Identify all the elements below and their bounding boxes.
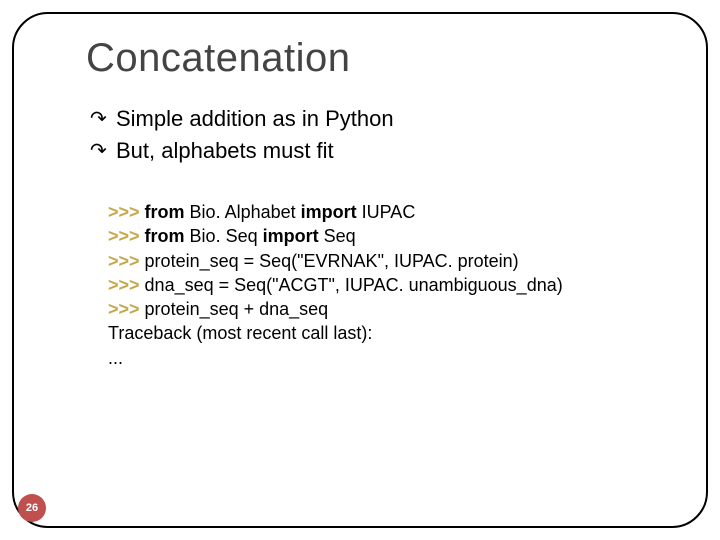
code-text: Bio. Seq	[185, 226, 263, 246]
code-line: Traceback (most recent call last):	[108, 321, 660, 345]
code-text: protein_seq + dna_seq	[145, 299, 329, 319]
keyword: from	[145, 226, 185, 246]
code-text: ...	[108, 348, 123, 368]
code-line: >>> from Bio. Seq import Seq	[108, 224, 660, 248]
bullet-text: Simple addition as in Python	[116, 106, 394, 131]
code-text: protein_seq = Seq("EVRNAK", IUPAC. prote…	[145, 251, 519, 271]
bullet-item: ↷ Simple addition as in Python	[90, 104, 660, 134]
code-text: Seq	[319, 226, 356, 246]
code-line: >>> from Bio. Alphabet import IUPAC	[108, 200, 660, 224]
keyword: import	[301, 202, 357, 222]
code-line: >>> protein_seq + dna_seq	[108, 297, 660, 321]
code-line: >>> protein_seq = Seq("EVRNAK", IUPAC. p…	[108, 249, 660, 273]
prompt: >>>	[108, 226, 145, 246]
bullet-list: ↷ Simple addition as in Python ↷ But, alpha…	[90, 104, 660, 167]
bullet-item: ↷ But, alphabets must fit	[90, 136, 660, 166]
keyword: import	[263, 226, 319, 246]
code-text: IUPAC	[357, 202, 416, 222]
slide-title: Concatenation	[86, 36, 350, 81]
code-line: >>> dna_seq = Seq("ACGT", IUPAC. unambig…	[108, 273, 660, 297]
code-text: dna_seq = Seq("ACGT", IUPAC. unambiguous…	[145, 275, 563, 295]
prompt: >>>	[108, 251, 145, 271]
code-text: Bio. Alphabet	[185, 202, 301, 222]
prompt: >>>	[108, 275, 145, 295]
code-line: ...	[108, 346, 660, 370]
keyword: from	[145, 202, 185, 222]
page-number: 26	[26, 502, 38, 514]
page-number-badge: 26	[18, 494, 46, 522]
code-text: Traceback (most recent call last):	[108, 323, 372, 343]
slide: Concatenation ↷ Simple addition as in Pyt…	[0, 0, 720, 540]
bullet-marker-icon: ↷	[90, 138, 107, 165]
code-block: >>> from Bio. Alphabet import IUPAC>>> f…	[108, 200, 660, 370]
prompt: >>>	[108, 202, 145, 222]
prompt: >>>	[108, 299, 145, 319]
bullet-text: But, alphabets must fit	[116, 138, 334, 163]
bullet-marker-icon: ↷	[90, 106, 107, 133]
